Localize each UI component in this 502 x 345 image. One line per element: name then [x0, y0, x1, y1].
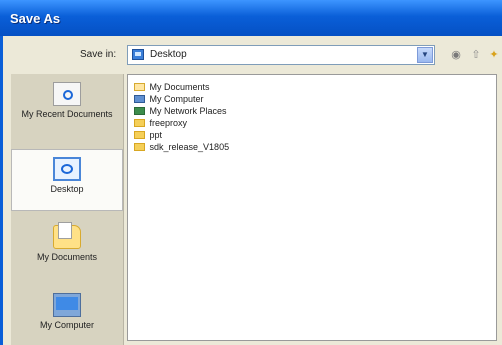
file-label: My Documents [149, 82, 210, 92]
chevron-down-icon[interactable]: ▼ [417, 47, 433, 63]
my-computer-icon [53, 293, 81, 317]
file-label: My Computer [149, 94, 204, 104]
place-label: My Computer [39, 320, 94, 330]
place-my-recent-documents[interactable]: My Recent Documents [11, 82, 123, 142]
list-item[interactable]: My Computer [134, 94, 204, 106]
list-item[interactable]: My Documents [134, 82, 210, 94]
save-in-row: Save in: Desktop ▼ ◉ ⇧ ✦ [3, 44, 502, 68]
place-my-documents[interactable]: My Documents [11, 222, 123, 273]
save-in-label: Save in: [80, 49, 117, 60]
places-bar: My Recent Documents Desktop My Documents… [11, 74, 124, 345]
file-list: My Documents My Computer My Network Plac… [127, 74, 497, 341]
network-places-icon [134, 107, 145, 115]
file-label: ppt [149, 130, 163, 140]
save-in-value: Desktop [150, 49, 187, 60]
save-as-dialog: Save in: Desktop ▼ ◉ ⇧ ✦ My Recent Docum… [0, 36, 502, 345]
file-label: sdk_release_V1805 [149, 142, 230, 152]
folder-icon [134, 143, 145, 151]
my-documents-icon [53, 222, 81, 249]
title-bar: Save As [0, 0, 502, 36]
list-item[interactable]: freeproxy [134, 118, 187, 130]
place-desktop[interactable]: Desktop [11, 149, 123, 211]
my-documents-icon [134, 83, 145, 91]
my-computer-icon [134, 95, 145, 103]
list-item[interactable]: sdk_release_V1805 [134, 142, 229, 154]
file-label: freeproxy [149, 118, 188, 128]
recent-documents-icon [53, 82, 81, 106]
desktop-icon [53, 157, 81, 181]
new-folder-icon[interactable]: ✦ [487, 48, 501, 62]
list-item[interactable]: ppt [134, 130, 162, 142]
file-label: My Network Places [149, 106, 227, 116]
place-my-computer[interactable]: My Computer [11, 293, 123, 345]
back-icon[interactable]: ◉ [449, 48, 463, 62]
folder-icon [134, 131, 145, 139]
place-label: My Documents [36, 252, 98, 262]
desktop-icon [132, 49, 144, 60]
up-folder-icon[interactable]: ⇧ [469, 48, 483, 62]
place-label: Desktop [50, 184, 84, 194]
folder-icon [134, 119, 145, 127]
save-in-dropdown[interactable]: Desktop ▼ [127, 45, 435, 65]
window-title: Save As [10, 11, 61, 26]
list-item[interactable]: My Network Places [134, 106, 227, 118]
place-label: My Recent Documents [21, 109, 113, 119]
